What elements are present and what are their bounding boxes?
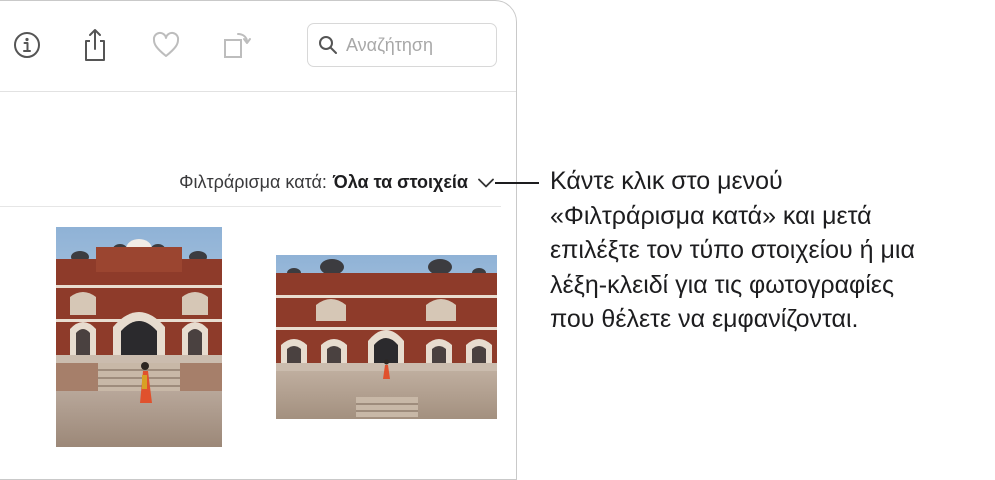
callout-line-2: «Φιλτράρισμα κατά» και μετά [550,201,872,230]
rotate-button[interactable] [219,25,255,65]
filter-value: Όλα τα στοιχεία [332,172,468,192]
callout-line-1: Κάντε κλικ στο μενού [550,167,783,195]
search-input[interactable] [346,34,486,56]
info-circle-icon [14,32,40,58]
share-icon [85,29,105,61]
magnifier-icon [319,36,337,54]
photo-thumbnail-portrait[interactable] [56,227,222,447]
filter-label: Φιλτράρισμα κατά: [179,172,327,192]
callout-line-4: λέξη-κλειδί για τις φωτογραφίες [550,270,894,299]
photo-thumbnail-landscape[interactable] [276,255,497,419]
share-button[interactable] [77,25,113,65]
info-button[interactable] [9,25,45,65]
rotate-icon [224,33,251,58]
toolbar [0,1,516,92]
chevron-down-icon [478,178,494,188]
divider [0,206,501,207]
photos-window: Φιλτράρισμα κατά: Όλα τα στοιχεία [0,0,517,480]
callout-line-3: επιλέξτε τον τύπο στοιχείου ή μια [550,236,915,264]
callout-line-5: που θέλετε να εμφανίζονται. [550,305,859,333]
tomb-photo-image [56,227,222,447]
search-field[interactable] [307,23,497,67]
filter-by-menu[interactable]: Φιλτράρισμα κατά: Όλα τα στοιχεία [179,172,494,193]
callout-pointer-line [495,182,539,184]
heart-icon [152,31,180,57]
tomb-photo-image [276,255,497,419]
callout-text: Κάντε κλικ στο μενού «Φιλτράρισμα κατά» … [550,164,990,337]
favorite-button[interactable] [148,25,184,65]
